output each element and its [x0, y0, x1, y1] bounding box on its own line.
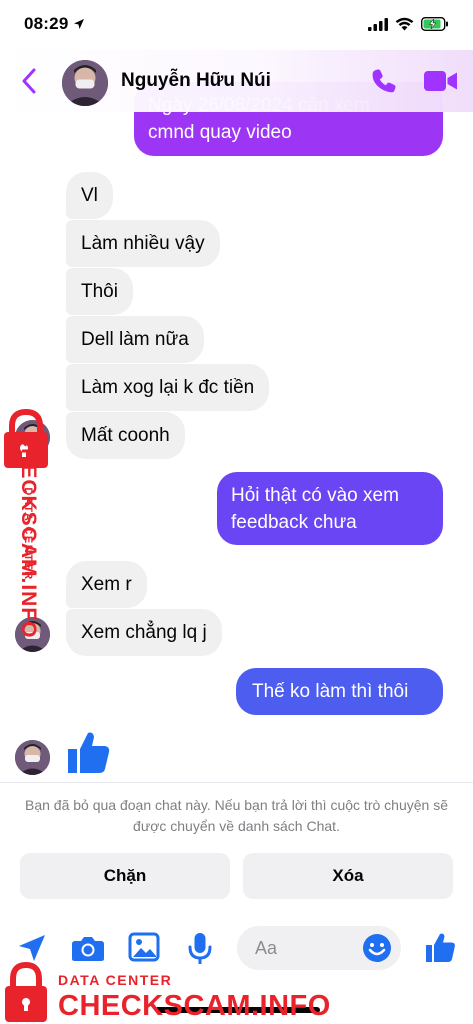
delete-button[interactable]: Xóa [243, 853, 453, 899]
message-text: Dell làm nữa [81, 329, 189, 350]
watermark-bottom: DATA CENTER CHECKSCAM.INFO [0, 960, 330, 1024]
call-button[interactable] [370, 67, 398, 100]
status-indicators [368, 17, 449, 31]
watermark-vertical: DATA CENTER CHECKSCAM.INFO [0, 408, 52, 668]
wifi-icon [395, 17, 414, 31]
message-text: cmnd quay video [148, 122, 292, 143]
message-incoming[interactable]: Vl [66, 172, 113, 219]
back-button[interactable] [16, 66, 42, 96]
message-list: Ngày 26/08/2024 cần xem cmnd quay video … [0, 0, 473, 780]
message-incoming[interactable]: Làm nhiều vậy [66, 220, 220, 267]
message-incoming[interactable]: Mất coonh [66, 412, 185, 459]
message-text: feedback chưa [231, 512, 357, 533]
message-text: Hỏi thật có vào xem [231, 485, 399, 506]
message-input[interactable] [255, 936, 355, 960]
lock-icon [5, 961, 47, 1022]
chat-header: Nguyễn Hữu Núi [0, 50, 473, 112]
thumbs-up-icon[interactable] [423, 930, 457, 969]
block-button[interactable]: Chặn [20, 853, 230, 899]
divider [0, 782, 473, 783]
message-outgoing[interactable]: Thế ko làm thì thôi [236, 668, 443, 715]
message-text: Làm nhiều vậy [81, 233, 205, 254]
video-camera-icon [424, 71, 457, 91]
contact-avatar[interactable] [15, 740, 50, 775]
message-text: Vl [81, 185, 98, 206]
contact-avatar[interactable] [62, 60, 108, 106]
back-chevron-icon [22, 68, 36, 94]
signal-icon [368, 17, 388, 31]
video-call-button[interactable] [423, 68, 459, 99]
message-text: Thế ko làm thì thôi [252, 681, 409, 702]
ignored-chat-notice: Bạn đã bỏ qua đoạn chat này. Nếu bạn trả… [25, 797, 448, 834]
emoji-icon[interactable] [362, 933, 392, 968]
message-incoming[interactable]: Xem chẳng lq j [66, 609, 222, 656]
watermark-label-big: CHECKSCAM.INFO [17, 432, 40, 639]
contact-name[interactable]: Nguyễn Hữu Núi [121, 70, 271, 92]
message-text: Xem chẳng lq j [81, 622, 207, 643]
watermark-label-big: CHECKSCAM.INFO [58, 990, 331, 1022]
battery-charging-icon [421, 17, 448, 31]
thumbs-up-icon [64, 728, 112, 781]
watermark-label-small: DATA CENTER [58, 972, 173, 988]
location-arrow-icon [74, 19, 85, 29]
phone-icon [372, 69, 396, 93]
message-outgoing[interactable]: Hỏi thật có vào xem feedback chưa [217, 472, 443, 545]
message-text: Xem r [81, 574, 132, 595]
message-incoming[interactable]: Xem r [66, 561, 147, 608]
message-text: Làm xog lại k đc tiền [81, 377, 255, 398]
message-incoming[interactable]: Dell làm nữa [66, 316, 204, 363]
message-text: Mất coonh [81, 425, 170, 446]
message-text: Thôi [81, 281, 118, 302]
message-incoming[interactable]: Làm xog lại k đc tiền [66, 364, 270, 411]
status-bar: 08:29 [0, 0, 473, 56]
status-time: 08:29 [24, 14, 85, 34]
message-incoming[interactable]: Thôi [66, 268, 133, 315]
